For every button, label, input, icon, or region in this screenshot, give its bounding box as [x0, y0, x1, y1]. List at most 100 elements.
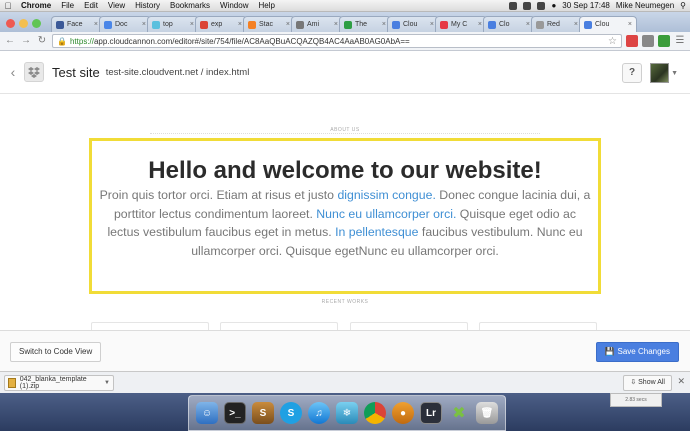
- switch-to-code-view-button[interactable]: Switch to Code View: [10, 342, 102, 362]
- desktop: 2.83 secs ☺ >_ S S ♫ ❄ ● Lr ✖ 🗑: [0, 393, 690, 431]
- spotlight-icon[interactable]: ⚲: [680, 1, 686, 10]
- menu-hamburger-icon[interactable]: ☰: [674, 35, 686, 47]
- tab-label: My C: [451, 21, 468, 28]
- tab-label: Clo: [499, 21, 510, 28]
- chrome-icon[interactable]: [364, 402, 386, 424]
- growl-icon[interactable]: ●: [392, 402, 414, 424]
- address-bar[interactable]: 🔒 https:// app.cloudcannon.com/editor#/s…: [52, 34, 622, 48]
- user-menu[interactable]: ▼: [650, 61, 678, 85]
- browser-tab[interactable]: Face ×: [51, 16, 103, 32]
- evernote-extension-icon[interactable]: [658, 35, 670, 47]
- browser-tab[interactable]: My C ×: [435, 16, 487, 32]
- minimize-window-icon[interactable]: [19, 18, 28, 28]
- app-store-icon[interactable]: ❄: [336, 402, 358, 424]
- trash-icon[interactable]: 🗑: [476, 402, 498, 424]
- work-card[interactable]: [220, 322, 338, 330]
- hero-title[interactable]: Hello and welcome to our website!: [98, 157, 592, 185]
- itunes-icon[interactable]: ♫: [308, 402, 330, 424]
- reload-icon[interactable]: ↻: [36, 35, 48, 47]
- tab-label: Red: [547, 21, 560, 28]
- tab-close-icon[interactable]: ×: [238, 21, 242, 28]
- close-window-icon[interactable]: [6, 18, 15, 28]
- browser-tab[interactable]: The ×: [339, 16, 391, 32]
- tab-close-icon[interactable]: ×: [334, 21, 338, 28]
- site-name: Test site: [52, 64, 100, 80]
- work-card[interactable]: [91, 322, 209, 330]
- skype-icon[interactable]: S: [280, 402, 302, 424]
- background-window[interactable]: 2.83 secs: [610, 393, 662, 407]
- browser-tab[interactable]: Stac ×: [243, 16, 295, 32]
- lock-icon: 🔒: [57, 36, 67, 46]
- terminal-icon[interactable]: >_: [224, 402, 246, 424]
- tab-favicon-icon: [392, 20, 400, 29]
- help-button[interactable]: ?: [622, 63, 642, 83]
- back-chevron-icon[interactable]: ‹: [2, 64, 24, 80]
- status-app-icon[interactable]: [509, 1, 518, 10]
- browser-tab[interactable]: exp ×: [195, 16, 247, 32]
- hero-paragraph[interactable]: Proin quis tortor orci. Etiam at risus e…: [98, 186, 592, 260]
- editable-hero-region[interactable]: Hello and welcome to our website! Proin …: [89, 138, 601, 294]
- hero-link[interactable]: In pellentesque: [335, 225, 418, 239]
- browser-tab[interactable]: Clou ×: [387, 16, 439, 32]
- apple-icon[interactable]: : [0, 1, 16, 11]
- browser-tab[interactable]: Clou ×: [579, 16, 637, 32]
- hero-link[interactable]: Nunc eu ullamcorper orci.: [316, 207, 456, 221]
- url-scheme: https://: [69, 36, 94, 46]
- browser-tab[interactable]: Ami ×: [291, 16, 343, 32]
- menu-window[interactable]: Window: [215, 1, 253, 10]
- tab-close-icon[interactable]: ×: [574, 21, 578, 28]
- browser-tab[interactable]: Doc ×: [99, 16, 151, 32]
- menu-history[interactable]: History: [130, 1, 165, 10]
- menu-edit[interactable]: Edit: [79, 1, 103, 10]
- wifi-icon[interactable]: ●: [551, 1, 556, 10]
- show-all-label: Show All: [638, 379, 665, 386]
- menu-view[interactable]: View: [103, 1, 130, 10]
- close-icon[interactable]: ✕: [677, 376, 685, 387]
- menu-app-name[interactable]: Chrome: [16, 1, 56, 10]
- tab-favicon-icon: [56, 20, 64, 29]
- bookmark-star-icon[interactable]: ☆: [608, 36, 617, 47]
- tab-close-icon[interactable]: ×: [526, 21, 530, 28]
- browser-tab[interactable]: Red ×: [531, 16, 583, 32]
- tab-close-icon[interactable]: ×: [628, 21, 632, 28]
- menu-file[interactable]: File: [56, 1, 79, 10]
- lightroom-icon[interactable]: Lr: [420, 402, 442, 424]
- finder-icon[interactable]: ☺: [196, 402, 218, 424]
- status-app-icon[interactable]: [523, 1, 532, 10]
- dropbox-glyph-icon: [28, 66, 40, 78]
- menu-help[interactable]: Help: [253, 1, 279, 10]
- clock[interactable]: 30 Sep 17:48: [562, 1, 610, 10]
- browser-tab[interactable]: top ×: [147, 16, 199, 32]
- back-arrow-icon[interactable]: ←: [4, 35, 16, 47]
- chevron-down-icon[interactable]: ▼: [104, 380, 110, 386]
- tab-close-icon[interactable]: ×: [382, 21, 386, 28]
- tab-close-icon[interactable]: ×: [478, 21, 482, 28]
- site-preview[interactable]: ABOUT US Hello and welcome to our websit…: [0, 94, 690, 330]
- gmail-extension-icon[interactable]: [626, 35, 638, 47]
- chevron-down-icon[interactable]: ▼: [671, 70, 678, 77]
- hero-link[interactable]: dignissim congue.: [337, 188, 435, 202]
- crossover-icon[interactable]: ✖: [448, 402, 470, 424]
- tab-close-icon[interactable]: ×: [430, 21, 434, 28]
- save-changes-button[interactable]: 💾 Save Changes: [595, 342, 679, 362]
- status-app-icon[interactable]: [537, 1, 546, 10]
- work-card[interactable]: [350, 322, 468, 330]
- sublime-text-icon[interactable]: S: [252, 402, 274, 424]
- recent-works-label-row: RECENT WORKS: [0, 290, 690, 308]
- forward-arrow-icon[interactable]: →: [20, 35, 32, 47]
- work-card[interactable]: [479, 322, 597, 330]
- menu-bookmarks[interactable]: Bookmarks: [165, 1, 215, 10]
- user-name[interactable]: Mike Neumegen: [616, 1, 674, 10]
- download-item[interactable]: 042_blanka_template (1).zip ▼: [4, 375, 114, 391]
- breadcrumb[interactable]: test-site.cloudvent.net / index.html: [106, 67, 250, 78]
- zip-file-icon: [8, 378, 16, 388]
- zoom-window-icon[interactable]: [32, 18, 41, 28]
- tab-close-icon[interactable]: ×: [286, 21, 290, 28]
- extension-icon[interactable]: [642, 35, 654, 47]
- tab-close-icon[interactable]: ×: [94, 21, 98, 28]
- tab-close-icon[interactable]: ×: [190, 21, 194, 28]
- avatar[interactable]: [650, 63, 670, 83]
- show-all-downloads-button[interactable]: ⇩ Show All: [623, 375, 672, 391]
- browser-tab[interactable]: Clo ×: [483, 16, 535, 32]
- tab-close-icon[interactable]: ×: [142, 21, 146, 28]
